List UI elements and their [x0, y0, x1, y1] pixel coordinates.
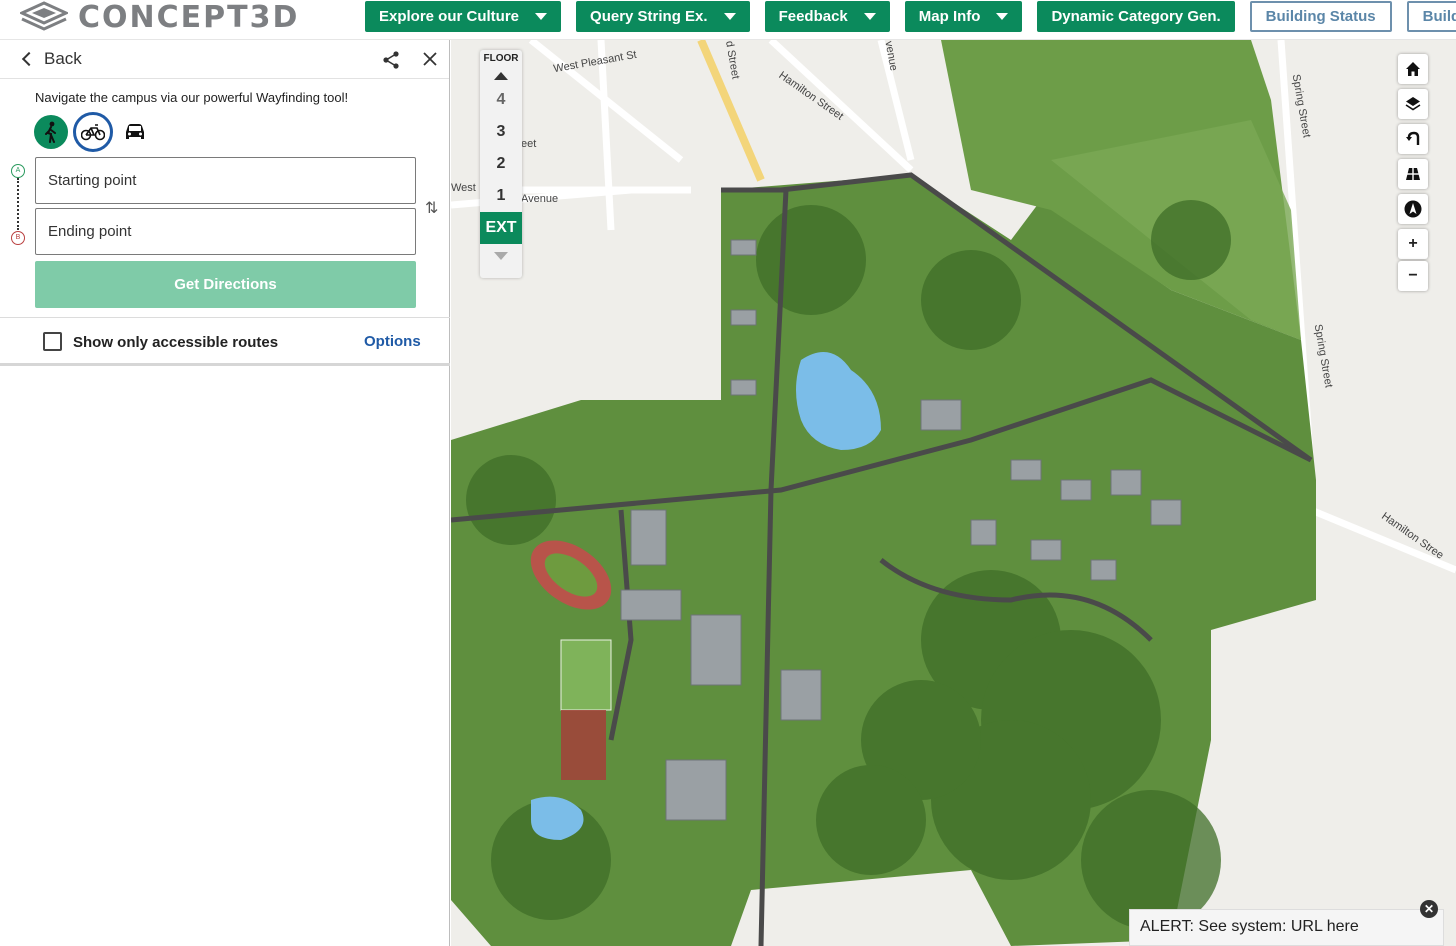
- accessible-routes-checkbox[interactable]: [43, 332, 62, 351]
- tilt-view-button[interactable]: [1398, 159, 1428, 189]
- layers-button[interactable]: [1398, 89, 1428, 119]
- zoom-in-button[interactable]: +: [1398, 229, 1428, 259]
- perspective-icon: [1406, 168, 1420, 180]
- nav-explore-culture-button[interactable]: Explore our Culture: [365, 1, 562, 32]
- nav-map-info-button[interactable]: Map Info: [904, 1, 1023, 32]
- floor-down-icon[interactable]: [494, 252, 508, 260]
- compass-icon: [1404, 200, 1422, 218]
- panel-header: Back: [0, 40, 449, 79]
- floor-4-button[interactable]: 4: [480, 84, 522, 116]
- bike-icon: [81, 124, 105, 141]
- wayfinding-panel: Back Navigate the campus via our powerfu…: [0, 40, 450, 946]
- logo-mark-icon: [20, 1, 68, 31]
- floor-ext-button[interactable]: EXT: [480, 212, 522, 244]
- nav-feedback-button[interactable]: Feedback: [764, 1, 890, 32]
- options-link[interactable]: Options: [364, 333, 421, 350]
- floor-up-icon[interactable]: [494, 72, 508, 80]
- home-button[interactable]: [1398, 54, 1428, 84]
- top-header: CONCEPT3D Explore our Culture Query Stri…: [0, 0, 1456, 40]
- chevron-down-icon: [996, 13, 1009, 20]
- nav-label: Dynamic Category Gen.: [1051, 8, 1221, 25]
- zoom-out-button[interactable]: −: [1398, 261, 1428, 291]
- chevron-down-icon: [863, 13, 876, 20]
- concept3d-logo[interactable]: CONCEPT3D: [20, 0, 299, 36]
- nav-label: Feedback: [778, 8, 848, 25]
- chevron-down-icon: [723, 13, 736, 20]
- bike-mode-button[interactable]: [73, 112, 113, 152]
- logo-text: CONCEPT3D: [78, 0, 300, 35]
- walk-mode-button[interactable]: [34, 115, 68, 149]
- starting-point-input[interactable]: [35, 157, 416, 204]
- street-label: Avenue: [521, 193, 559, 205]
- floor-2-button[interactable]: 2: [480, 148, 522, 180]
- back-label: Back: [44, 49, 82, 68]
- end-pin-icon: B: [11, 231, 25, 245]
- get-directions-button[interactable]: Get Directions: [35, 261, 416, 308]
- street-label: eet: [521, 138, 537, 150]
- close-icon[interactable]: [422, 51, 438, 67]
- start-pin-icon: A: [11, 164, 25, 178]
- divider: [0, 363, 450, 366]
- nav-label: Query String Ex.: [590, 8, 708, 25]
- rotate-button[interactable]: [1398, 124, 1428, 154]
- nav-label: Map Info: [918, 8, 981, 25]
- walk-icon: [45, 121, 56, 143]
- nav-label: Building Status: [1265, 8, 1376, 25]
- share-icon[interactable]: [381, 50, 401, 70]
- nav-building-status-button[interactable]: Building Status: [1249, 1, 1392, 32]
- divider: [0, 317, 450, 318]
- floor-selector: FLOOR 4 3 2 1 EXT: [480, 50, 522, 278]
- car-icon: [126, 124, 144, 139]
- chevron-left-icon: [21, 51, 37, 67]
- floor-3-button[interactable]: 3: [480, 116, 522, 148]
- car-mode-button[interactable]: [118, 115, 152, 149]
- campus-map-canvas[interactable]: [451, 40, 1456, 946]
- swap-icon[interactable]: ⇅: [425, 198, 438, 218]
- street-label: West: [451, 182, 476, 194]
- layers-icon: [1405, 97, 1421, 111]
- back-button[interactable]: Back: [20, 49, 82, 69]
- ending-point-input[interactable]: [35, 208, 416, 255]
- top-nav: Explore our Culture Query String Ex. Fee…: [365, 1, 1456, 32]
- nav-label: Building C: [1422, 8, 1456, 25]
- nav-label: Explore our Culture: [379, 8, 520, 25]
- alert-banner: ALERT: See system: URL here: [1129, 909, 1444, 946]
- chevron-down-icon: [535, 13, 548, 20]
- campus-map[interactable]: West Pleasant St Hamilton Street Avenue …: [451, 40, 1456, 946]
- rotate-icon: [1406, 131, 1420, 145]
- nav-building-c-button[interactable]: Building C: [1406, 1, 1456, 32]
- accessible-routes-label[interactable]: Show only accessible routes: [73, 334, 278, 351]
- route-connector: [17, 178, 19, 230]
- floor-title: FLOOR: [483, 53, 519, 64]
- alert-close-icon[interactable]: ✕: [1420, 900, 1438, 918]
- home-icon: [1406, 62, 1420, 76]
- floor-1-button[interactable]: 1: [480, 180, 522, 212]
- nav-dynamic-category-button[interactable]: Dynamic Category Gen.: [1037, 1, 1235, 32]
- nav-query-string-button[interactable]: Query String Ex.: [576, 1, 750, 32]
- compass-button[interactable]: [1398, 194, 1428, 224]
- wayfinding-intro: Navigate the campus via our powerful Way…: [35, 90, 349, 105]
